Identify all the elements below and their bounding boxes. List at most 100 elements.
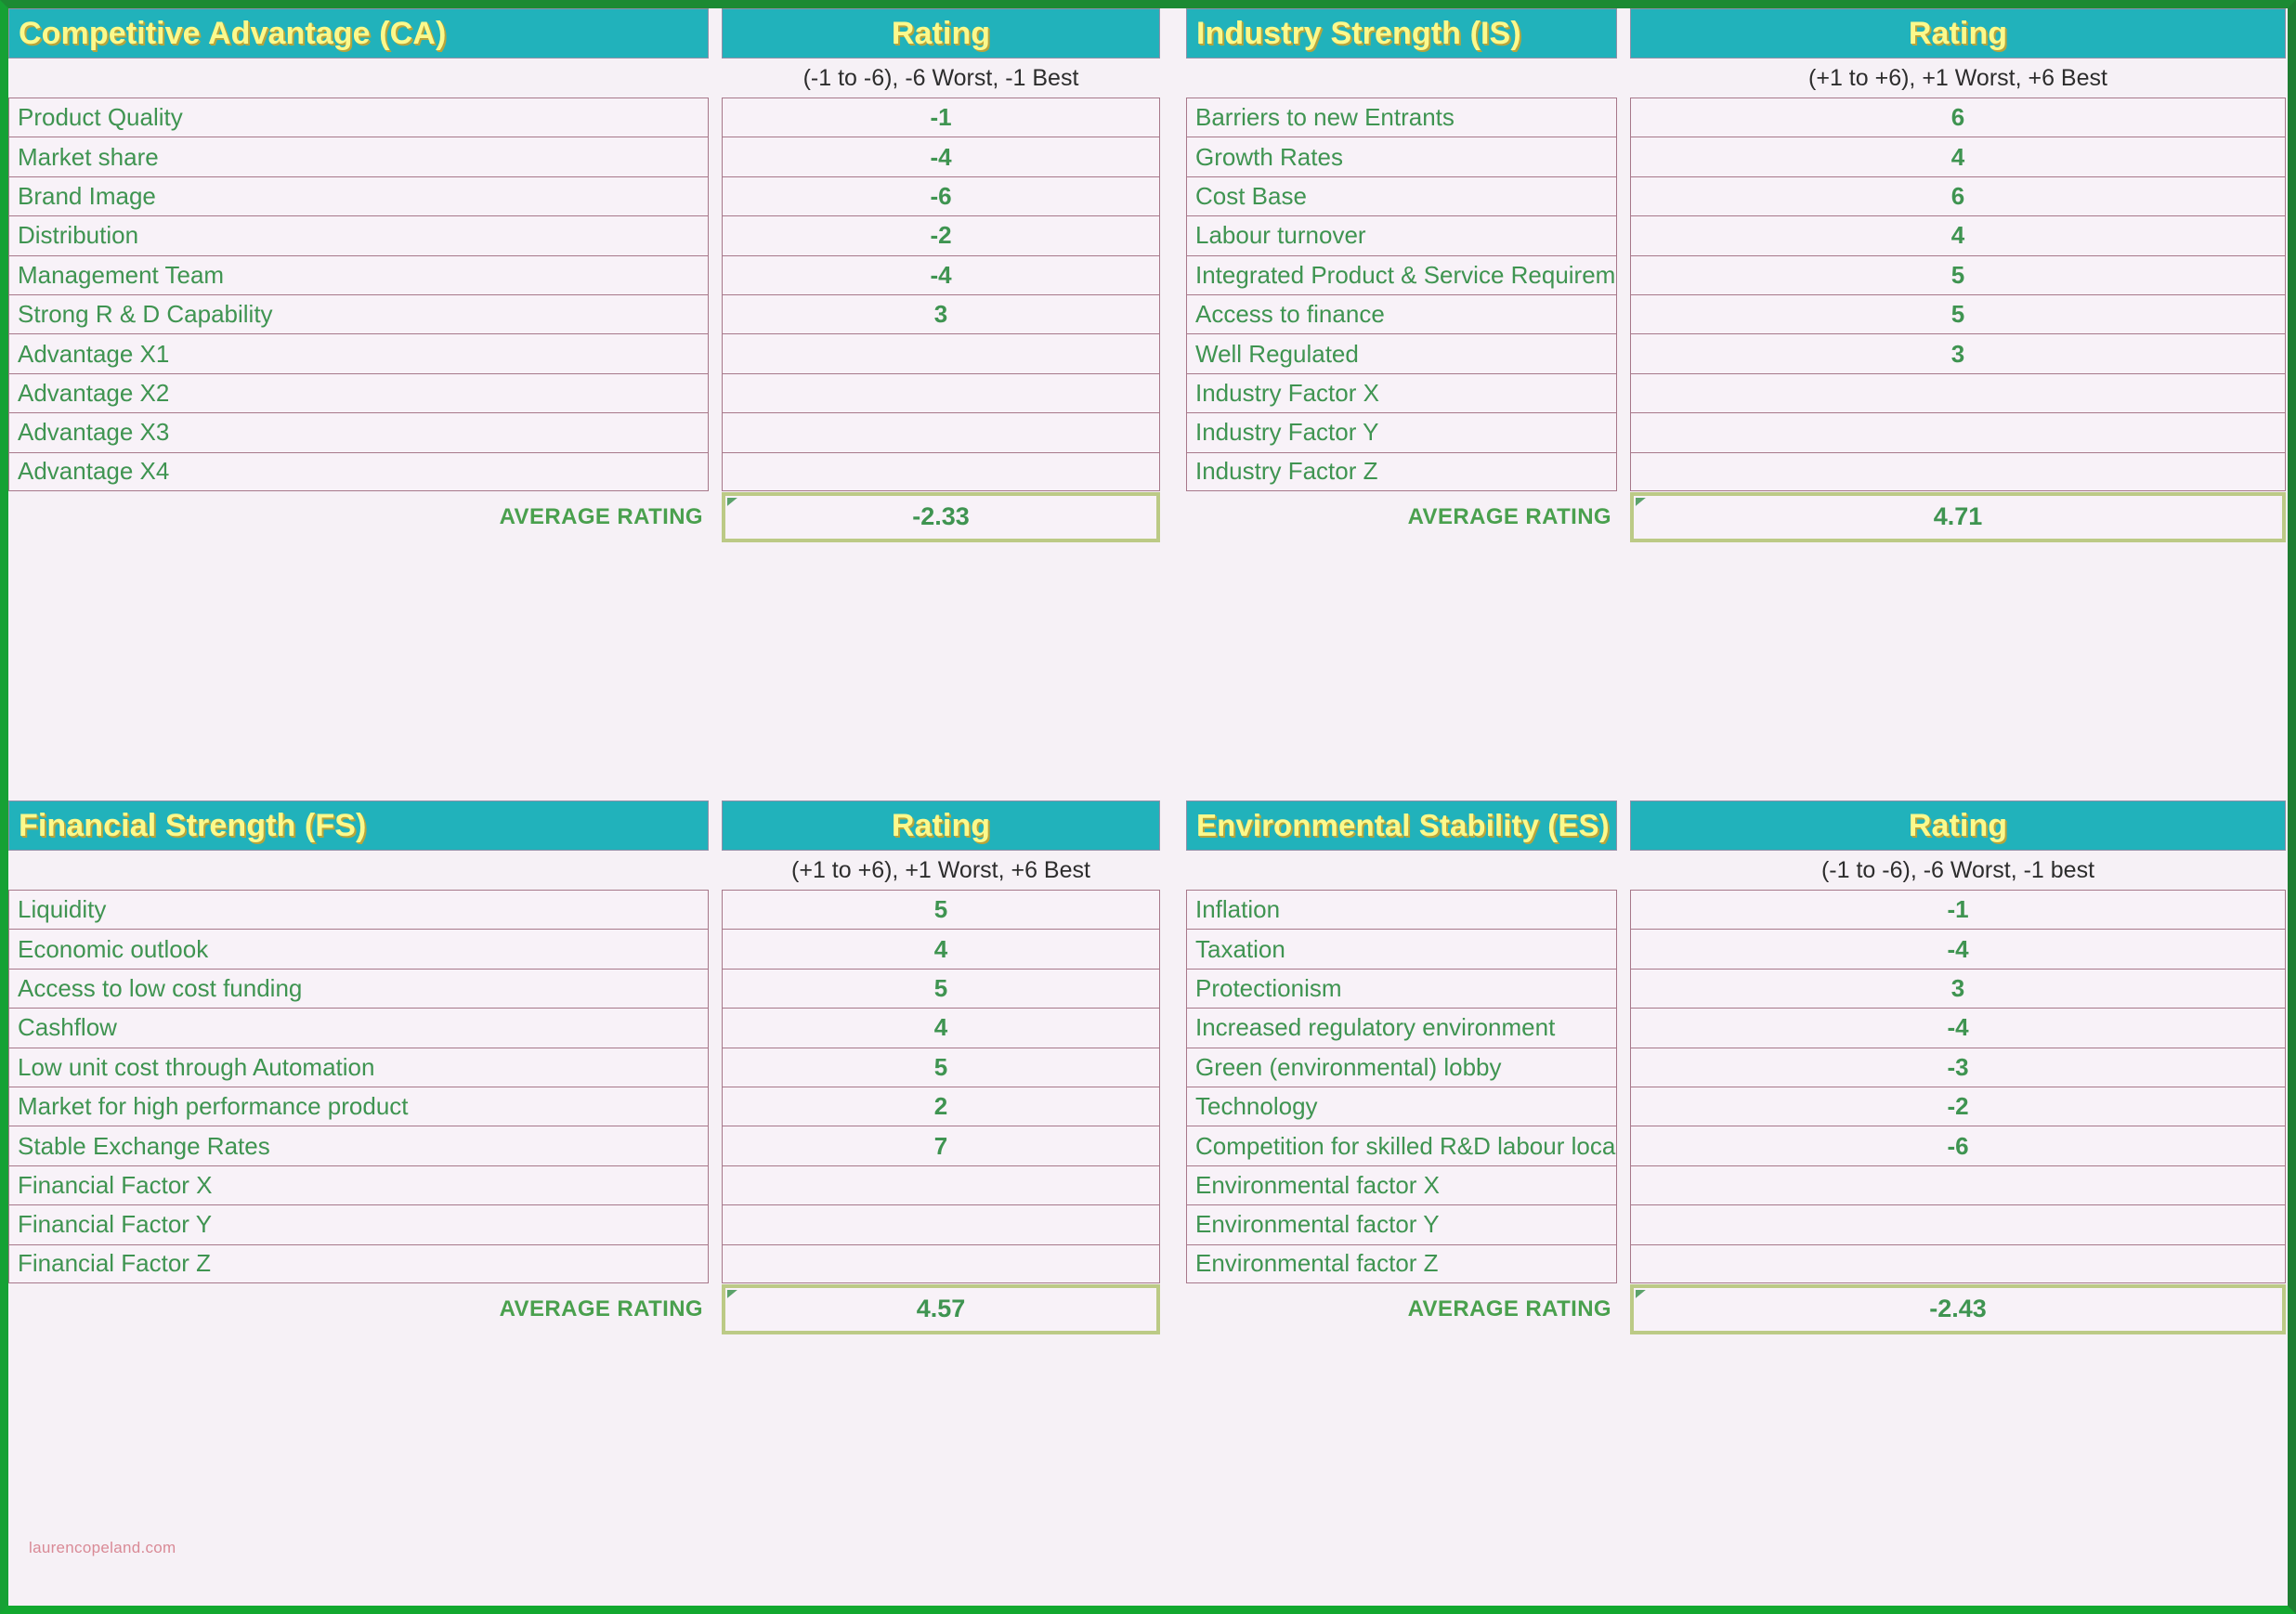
watermark: laurencopeland.com <box>29 1539 176 1556</box>
factor-cell[interactable]: Labour turnover <box>1186 215 1617 255</box>
factor-cell[interactable]: Low unit cost through Automation <box>8 1047 709 1087</box>
factor-cell[interactable]: Financial Factor Z <box>8 1243 709 1283</box>
factor-cell[interactable]: Technology <box>1186 1086 1617 1126</box>
rating-cell[interactable]: 3 <box>1630 968 2286 1009</box>
factor-cell[interactable]: Advantage X3 <box>8 412 709 452</box>
rating-cell[interactable]: -1 <box>1630 890 2286 930</box>
factor-cell[interactable]: Growth Rates <box>1186 137 1617 176</box>
factor-cell[interactable]: Industry Factor Y <box>1186 412 1617 452</box>
factor-cell[interactable]: Advantage X1 <box>8 333 709 373</box>
factor-cell[interactable]: Inflation <box>1186 890 1617 930</box>
rating-cell[interactable]: -3 <box>1630 1047 2286 1087</box>
rating-cell[interactable] <box>1630 1165 2286 1205</box>
rating-cell[interactable] <box>722 1165 1160 1205</box>
rating-cell[interactable]: 7 <box>722 1126 1160 1165</box>
factor-cell[interactable]: Access to low cost funding <box>8 968 709 1009</box>
rating-cell[interactable]: 4 <box>722 1008 1160 1048</box>
factor-cell[interactable]: Market share <box>8 137 709 176</box>
fs-title: Financial Strength (FS) <box>19 807 367 843</box>
es-average-label: AVERAGE RATING <box>1407 1295 1611 1321</box>
space-matrix-worksheet: Competitive Advantage (CA) Product Quali… <box>0 0 2296 1614</box>
factor-cell[interactable]: Market for high performance product <box>8 1086 709 1126</box>
is-average-box-row: 4.71 <box>1630 490 2286 543</box>
is-rating-title: Rating <box>1908 15 2008 51</box>
rating-cell[interactable]: 5 <box>722 968 1160 1009</box>
factor-cell[interactable]: Green (environmental) lobby <box>1186 1047 1617 1087</box>
rating-cell[interactable]: -4 <box>722 254 1160 294</box>
factor-cell[interactable]: Access to finance <box>1186 293 1617 334</box>
factor-cell[interactable]: Economic outlook <box>8 929 709 969</box>
rating-cell[interactable] <box>722 412 1160 452</box>
rating-cell[interactable] <box>1630 1204 2286 1244</box>
rating-cell[interactable]: -4 <box>1630 1008 2286 1048</box>
factor-cell[interactable]: Increased regulatory environment <box>1186 1008 1617 1048</box>
factor-cell[interactable]: Integrated Product & Service Requirement <box>1186 254 1617 294</box>
factor-cell[interactable]: Management Team <box>8 254 709 294</box>
factor-cell[interactable]: Stable Exchange Rates <box>8 1126 709 1165</box>
rating-cell[interactable]: 6 <box>1630 176 2286 216</box>
ca-header-bar: Competitive Advantage (CA) <box>8 8 709 59</box>
rating-cell[interactable]: 3 <box>722 293 1160 334</box>
rating-cell[interactable]: -4 <box>722 137 1160 176</box>
factor-cell[interactable]: Environmental factor Y <box>1186 1204 1617 1244</box>
rating-cell[interactable]: -2 <box>722 215 1160 255</box>
rating-cell[interactable]: 3 <box>1630 333 2286 373</box>
rating-cell[interactable]: -6 <box>722 176 1160 216</box>
rating-cell[interactable]: 4 <box>1630 215 2286 255</box>
es-header-bar: Environmental Stability (ES) <box>1186 800 1617 851</box>
factor-cell[interactable]: Product Quality <box>8 98 709 137</box>
rating-cell[interactable]: -4 <box>1630 929 2286 969</box>
factor-cell[interactable]: Competition for skilled R&D labour local… <box>1186 1126 1617 1165</box>
factor-cell[interactable]: Advantage X2 <box>8 372 709 413</box>
rating-cell[interactable] <box>1630 412 2286 452</box>
rating-cell[interactable] <box>1630 1243 2286 1283</box>
rating-cell[interactable] <box>722 333 1160 373</box>
is-rating-header-bar: Rating <box>1630 8 2286 59</box>
rating-cell[interactable]: 5 <box>722 890 1160 930</box>
rating-cell[interactable] <box>1630 372 2286 413</box>
factor-cell[interactable]: Advantage X4 <box>8 451 709 491</box>
rating-cell[interactable]: 5 <box>1630 293 2286 334</box>
factor-cell[interactable]: Cost Base <box>1186 176 1617 216</box>
factor-cell[interactable]: Strong R & D Capability <box>8 293 709 334</box>
factor-cell[interactable]: Environmental factor Z <box>1186 1243 1617 1283</box>
factor-cell[interactable]: Taxation <box>1186 929 1617 969</box>
factor-cell[interactable]: Protectionism <box>1186 968 1617 1009</box>
factor-cell[interactable]: Industry Factor Z <box>1186 451 1617 491</box>
section-competitive-advantage: Competitive Advantage (CA) Product Quali… <box>8 8 714 800</box>
rating-cell[interactable]: -1 <box>722 98 1160 137</box>
rating-cell[interactable] <box>722 451 1160 491</box>
rating-cell[interactable] <box>722 1243 1160 1283</box>
rating-cell[interactable]: 4 <box>722 929 1160 969</box>
section-es-rating: Rating (-1 to -6), -6 Worst, -1 best -1-… <box>1630 800 2286 1606</box>
rating-cell[interactable]: 2 <box>722 1086 1160 1126</box>
ca-average-value: -2.33 <box>722 491 1160 542</box>
rating-cell[interactable] <box>722 372 1160 413</box>
is-average-label: AVERAGE RATING <box>1407 503 1611 529</box>
is-header-bar: Industry Strength (IS) <box>1186 8 1617 59</box>
rating-cell[interactable]: -6 <box>1630 1126 2286 1165</box>
rating-cell[interactable] <box>722 1204 1160 1244</box>
factor-cell[interactable]: Industry Factor X <box>1186 372 1617 413</box>
factor-cell[interactable]: Barriers to new Entrants <box>1186 98 1617 137</box>
fs-average-label: AVERAGE RATING <box>499 1295 703 1321</box>
factor-cell[interactable]: Financial Factor Y <box>8 1204 709 1244</box>
fs-scale-spacer <box>8 851 709 890</box>
rating-cell[interactable]: 5 <box>1630 254 2286 294</box>
rating-cell[interactable]: 4 <box>1630 137 2286 176</box>
rating-cell[interactable] <box>1630 451 2286 491</box>
es-average-box-row: -2.43 <box>1630 1282 2286 1335</box>
factor-cell[interactable]: Distribution <box>8 215 709 255</box>
gutter-4 <box>1623 800 1630 1606</box>
is-rating-scale: (+1 to +6), +1 Worst, +6 Best <box>1808 64 2107 91</box>
factor-cell[interactable]: Cashflow <box>8 1008 709 1048</box>
rating-cell[interactable]: 6 <box>1630 98 2286 137</box>
rating-cell[interactable]: 5 <box>722 1047 1160 1087</box>
factor-cell[interactable]: Brand Image <box>8 176 709 216</box>
factor-cell[interactable]: Environmental factor X <box>1186 1165 1617 1205</box>
factor-cell[interactable]: Well Regulated <box>1186 333 1617 373</box>
quadrant-grid: Competitive Advantage (CA) Product Quali… <box>8 8 2288 1606</box>
rating-cell[interactable]: -2 <box>1630 1086 2286 1126</box>
factor-cell[interactable]: Financial Factor X <box>8 1165 709 1205</box>
factor-cell[interactable]: Liquidity <box>8 890 709 930</box>
